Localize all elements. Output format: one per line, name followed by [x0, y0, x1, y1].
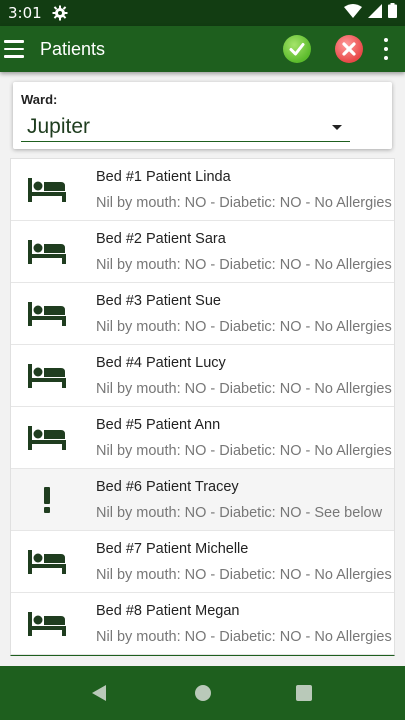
- patient-title: Bed #2 Patient Sara: [96, 231, 226, 247]
- patient-row[interactable]: Bed #7 Patient Michelle Nil by mouth: NO …: [11, 531, 394, 593]
- ward-dropdown[interactable]: Jupiter: [21, 110, 350, 142]
- patient-details: Nil by mouth: NO - Diabetic: NO - No All…: [96, 567, 392, 583]
- bed-icon: [27, 426, 67, 450]
- patient-row[interactable]: Bed #2 Patient Sara Nil by mouth: NO - Di…: [11, 221, 394, 283]
- confirm-button[interactable]: [283, 35, 311, 63]
- patient-row[interactable]: Bed #5 Patient Ann Nil by mouth: NO - Dia…: [11, 407, 394, 469]
- bed-icon: [27, 302, 67, 326]
- patient-details: Nil by mouth: NO - Diabetic: NO - No All…: [96, 195, 392, 211]
- confirm-icon: [289, 43, 305, 56]
- patient-title: Bed #7 Patient Michelle: [96, 541, 249, 557]
- patient-title: Bed #6 Patient Tracey: [96, 479, 239, 495]
- alert-icon: [27, 487, 67, 513]
- status-icons: [344, 3, 397, 23]
- bed-icon: [27, 240, 67, 264]
- ward-selector-card: Ward: Jupiter: [13, 82, 392, 149]
- patient-title: Bed #4 Patient Lucy: [96, 355, 226, 371]
- wifi-icon: [344, 3, 362, 23]
- patient-details: Nil by mouth: NO - Diabetic: NO - No All…: [96, 319, 392, 335]
- recents-icon[interactable]: [296, 685, 312, 701]
- patient-row[interactable]: Bed #4 Patient Lucy Nil by mouth: NO - Di…: [11, 345, 394, 407]
- patient-details: Nil by mouth: NO - Diabetic: NO - No All…: [96, 257, 392, 273]
- status-time: 3:01: [8, 4, 42, 22]
- cancel-button[interactable]: [335, 35, 363, 63]
- patient-details: Nil by mouth: NO - Diabetic: NO - See be…: [96, 505, 383, 521]
- patient-title: Bed #1 Patient Linda: [96, 169, 231, 185]
- ward-selected-value: Jupiter: [27, 115, 91, 138]
- patient-details: Nil by mouth: NO - Diabetic: NO - No All…: [96, 629, 392, 645]
- menu-icon[interactable]: [4, 40, 28, 58]
- patient-title: Bed #5 Patient Ann: [96, 417, 221, 433]
- cancel-icon: [342, 42, 356, 56]
- home-icon[interactable]: [195, 685, 211, 701]
- patient-details: Nil by mouth: NO - Diabetic: NO - No All…: [96, 381, 392, 397]
- bed-icon: [27, 612, 67, 636]
- battery-icon: [388, 3, 397, 23]
- overflow-menu-icon[interactable]: [377, 38, 395, 60]
- patient-row[interactable]: Bed #3 Patient Sue Nil by mouth: NO - Dia…: [11, 283, 394, 345]
- patient-row[interactable]: Bed #6 Patient Tracey Nil by mouth: NO - …: [11, 469, 394, 531]
- settings-gear-icon: [52, 5, 68, 21]
- bed-icon: [27, 364, 67, 388]
- app-bar: Patients: [0, 26, 405, 72]
- patient-row[interactable]: Bed #1 Patient Linda Nil by mouth: NO - D…: [11, 159, 394, 221]
- system-nav-bar: [0, 666, 405, 720]
- dropdown-arrow-icon: [332, 125, 342, 130]
- patient-title: Bed #3 Patient Sue: [96, 293, 221, 309]
- patient-list: Bed #1 Patient Linda Nil by mouth: NO - D…: [10, 158, 395, 656]
- patient-title: Bed #8 Patient Megan: [96, 603, 240, 619]
- ward-label: Ward:: [21, 92, 58, 107]
- signal-icon: [368, 3, 382, 23]
- app-bar-actions: [283, 35, 405, 63]
- bed-icon: [27, 550, 67, 574]
- patient-details: Nil by mouth: NO - Diabetic: NO - No All…: [96, 443, 392, 459]
- status-bar: 3:01: [0, 0, 405, 26]
- bed-icon: [27, 178, 67, 202]
- patient-row[interactable]: Bed #8 Patient Megan Nil by mouth: NO - D…: [11, 593, 394, 655]
- page-title: Patients: [40, 38, 106, 59]
- back-icon[interactable]: [92, 685, 106, 701]
